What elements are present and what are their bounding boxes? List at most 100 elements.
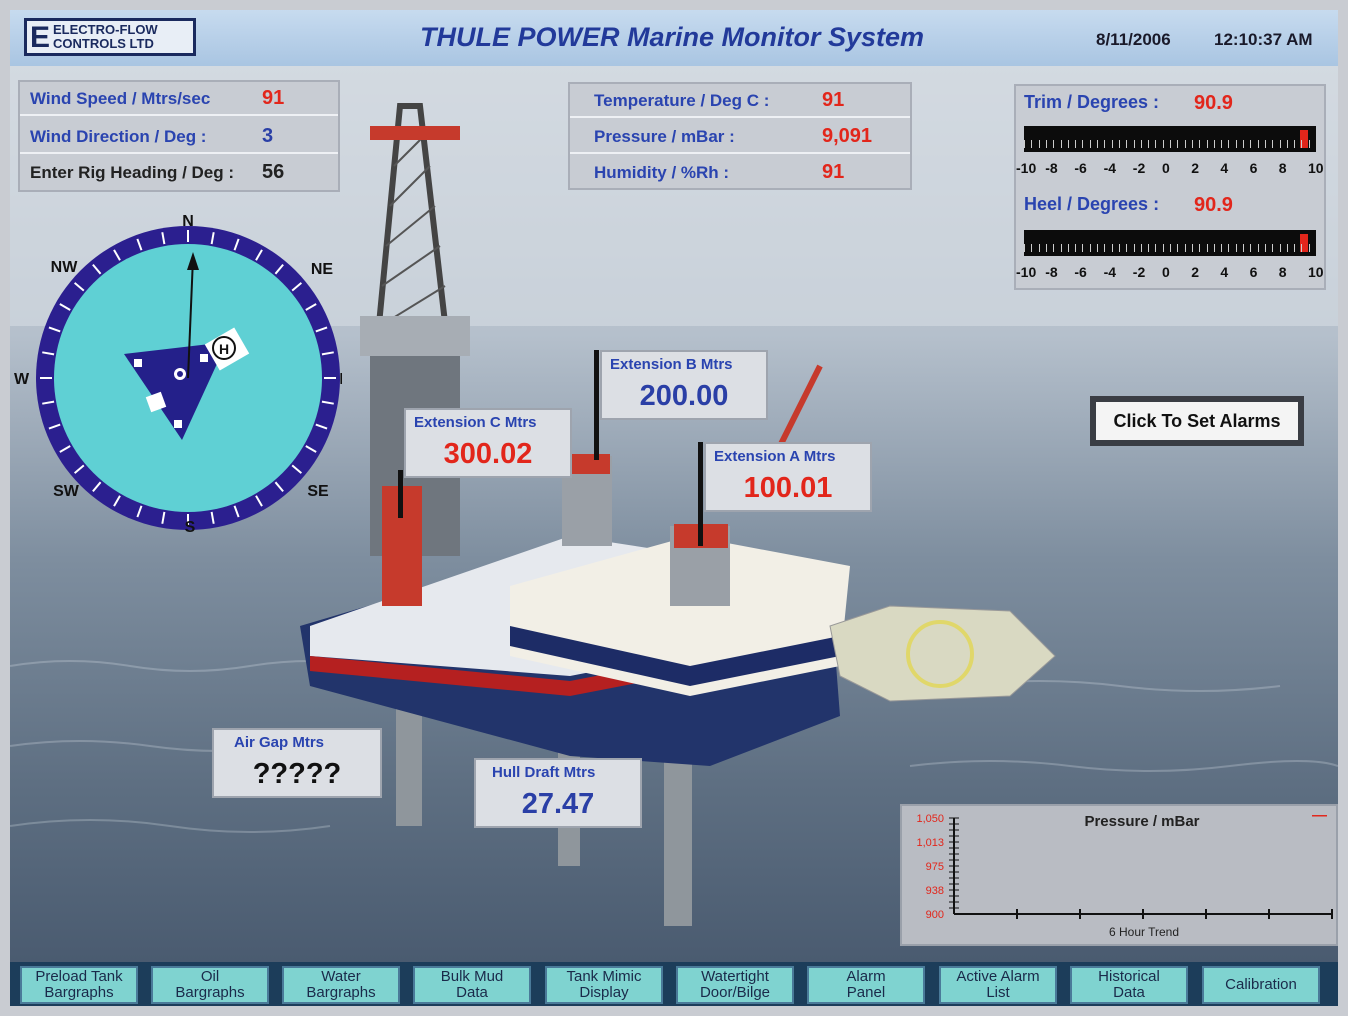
extension-a-label: Extension A Mtrs: [714, 448, 836, 465]
nav-button-label: Tank Mimic Display: [566, 969, 641, 1001]
nav-button-label: Active Alarm List: [956, 969, 1039, 1001]
nav-label-line1: Active Alarm: [956, 968, 1040, 985]
rig-scene: Wind Speed / Mtrs/sec 91 Wind Direction …: [10, 66, 1338, 962]
logo-letter: E: [30, 21, 51, 54]
wind-panel: Wind Speed / Mtrs/sec 91 Wind Direction …: [18, 80, 340, 192]
compass-sw: SW: [53, 483, 80, 500]
extension-a-pole: [698, 442, 703, 546]
heel-tick: [1228, 244, 1230, 252]
nav-button-9[interactable]: Historical Data: [1070, 966, 1188, 1004]
heel-label: Heel / Degrees :: [1024, 194, 1160, 214]
page-title: THULE POWER Marine Monitor System: [420, 22, 925, 52]
nav-button-2[interactable]: Oil Bargraphs: [151, 966, 269, 1004]
trim-tick: [1272, 140, 1274, 148]
trim-tick: [1184, 140, 1186, 148]
compass-e: E: [339, 371, 342, 388]
extension-c-display: Extension C Mtrs 300.02: [404, 408, 572, 478]
heel-scale-label: -8: [1045, 264, 1058, 280]
set-alarms-button[interactable]: Click To Set Alarms: [1090, 396, 1304, 446]
nav-button-1[interactable]: Preload Tank Bargraphs: [20, 966, 138, 1004]
heel-tick: [1264, 244, 1266, 252]
heel-tick: [1316, 244, 1317, 252]
compass-ne: NE: [311, 261, 334, 278]
nav-label-line2: List: [986, 984, 1010, 1001]
compass-se: SE: [307, 483, 329, 500]
trim-tick: [1191, 140, 1193, 148]
pressure-value: 9,091: [822, 125, 873, 147]
nav-button-8[interactable]: Active Alarm List: [939, 966, 1057, 1004]
trim-scale-label: -8: [1045, 160, 1058, 176]
heel-tick: [1286, 244, 1288, 252]
chart-ytick-label: 1,050: [916, 813, 944, 825]
nav-label-line1: Preload Tank: [35, 968, 123, 985]
trim-tick: [1060, 140, 1062, 148]
nav-label-line2: Bargraphs: [306, 984, 376, 1001]
heel-tick: [1250, 244, 1252, 252]
heel-tick: [1257, 244, 1259, 252]
nav-button-label: Water Bargraphs: [306, 969, 375, 1001]
trim-tick: [1264, 140, 1266, 148]
nav-button-label: Watertight Door/Bilge: [700, 969, 770, 1001]
trim-tick: [1257, 140, 1259, 148]
nav-button-label: Alarm Panel: [846, 969, 885, 1001]
electro-flow-logo: E ELECTRO-FLOW CONTROLS LTD: [24, 18, 196, 56]
nav-label-line1: Oil: [200, 968, 220, 985]
nav-button-5[interactable]: Tank Mimic Display: [545, 966, 663, 1004]
nav-label-line2: Bargraphs: [175, 984, 245, 1001]
trim-tick: [1250, 140, 1252, 148]
trim-tick: [1155, 140, 1157, 148]
rig-heading-row[interactable]: Enter Rig Heading / Deg : 56: [20, 156, 338, 190]
heel-tick: [1308, 244, 1310, 252]
compass-n: N: [182, 214, 194, 230]
trim-tick: [1235, 140, 1237, 148]
rig-heading-input[interactable]: 56: [262, 161, 284, 184]
nav-button-label: Preload Tank Bargraphs: [35, 969, 122, 1001]
pressure-trend-chart: Pressure / mBar — 6 Hour Trend 1,050 1,01…: [900, 804, 1338, 946]
heel-tick: [1235, 244, 1237, 252]
extension-a-value: 100.01: [743, 472, 833, 504]
heel-value: 90.9: [1194, 194, 1233, 216]
compass-w: W: [14, 371, 30, 388]
trim-tick: [1162, 140, 1164, 148]
heel-tick: [1053, 244, 1055, 252]
heel-tick: [1155, 244, 1157, 252]
nav-button-3[interactable]: Water Bargraphs: [282, 966, 400, 1004]
compass-s: S: [185, 519, 196, 534]
nav-button-4[interactable]: Bulk Mud Data: [413, 966, 531, 1004]
trim-tick: [1228, 140, 1230, 148]
trim-tick: [1118, 140, 1120, 148]
bottom-nav: Preload Tank Bargraphs Oil Bargraphs Water Ba…: [10, 962, 1338, 1006]
trim-tick: [1279, 140, 1281, 148]
nav-button-label: Bulk Mud Data: [441, 969, 504, 1001]
wind-speed-row: Wind Speed / Mtrs/sec 91: [20, 82, 338, 116]
heel-tick: [1082, 244, 1084, 252]
nav-label-line1: Tank Mimic: [566, 968, 642, 985]
nav-label-line1: Bulk Mud: [440, 968, 504, 985]
pressure-label: Pressure / mBar :: [594, 127, 735, 146]
nav-label-line1: Calibration: [1225, 976, 1297, 993]
trim-scale-label: 2: [1191, 160, 1199, 176]
trim-tick: [1075, 140, 1077, 148]
nav-label-line2: Door/Bilge: [699, 984, 771, 1001]
chart-ytick-label: 975: [926, 861, 944, 873]
nav-button-6[interactable]: Watertight Door/Bilge: [676, 966, 794, 1004]
heel-scale: -10 -8 -6 -4 -2 0 2 4 6 8 10: [1016, 264, 1326, 282]
trim-tick: [1199, 140, 1201, 148]
temperature-label: Temperature / Deg C :: [594, 91, 770, 110]
helipad-letter: H: [219, 341, 229, 357]
heel-tick: [1089, 244, 1091, 252]
heel-tick: [1031, 244, 1033, 252]
trim-tick: [1038, 140, 1040, 148]
trim-scale-label: -6: [1074, 160, 1087, 176]
heel-tick: [1184, 244, 1186, 252]
nav-button-10[interactable]: Calibration: [1202, 966, 1320, 1004]
nav-button-7[interactable]: Alarm Panel: [807, 966, 925, 1004]
legend-marker: —: [1312, 807, 1327, 824]
trim-scale-label: 10: [1308, 160, 1324, 176]
trim-tick: [1243, 140, 1244, 148]
humidity-row: Humidity / %Rh : 91: [570, 156, 910, 190]
trim-ticks: [1024, 140, 1317, 156]
nav-label-line2: Data: [1113, 984, 1145, 1001]
air-gap-display: Air Gap Mtrs ?????: [212, 728, 382, 798]
trim-tick: [1316, 140, 1317, 148]
